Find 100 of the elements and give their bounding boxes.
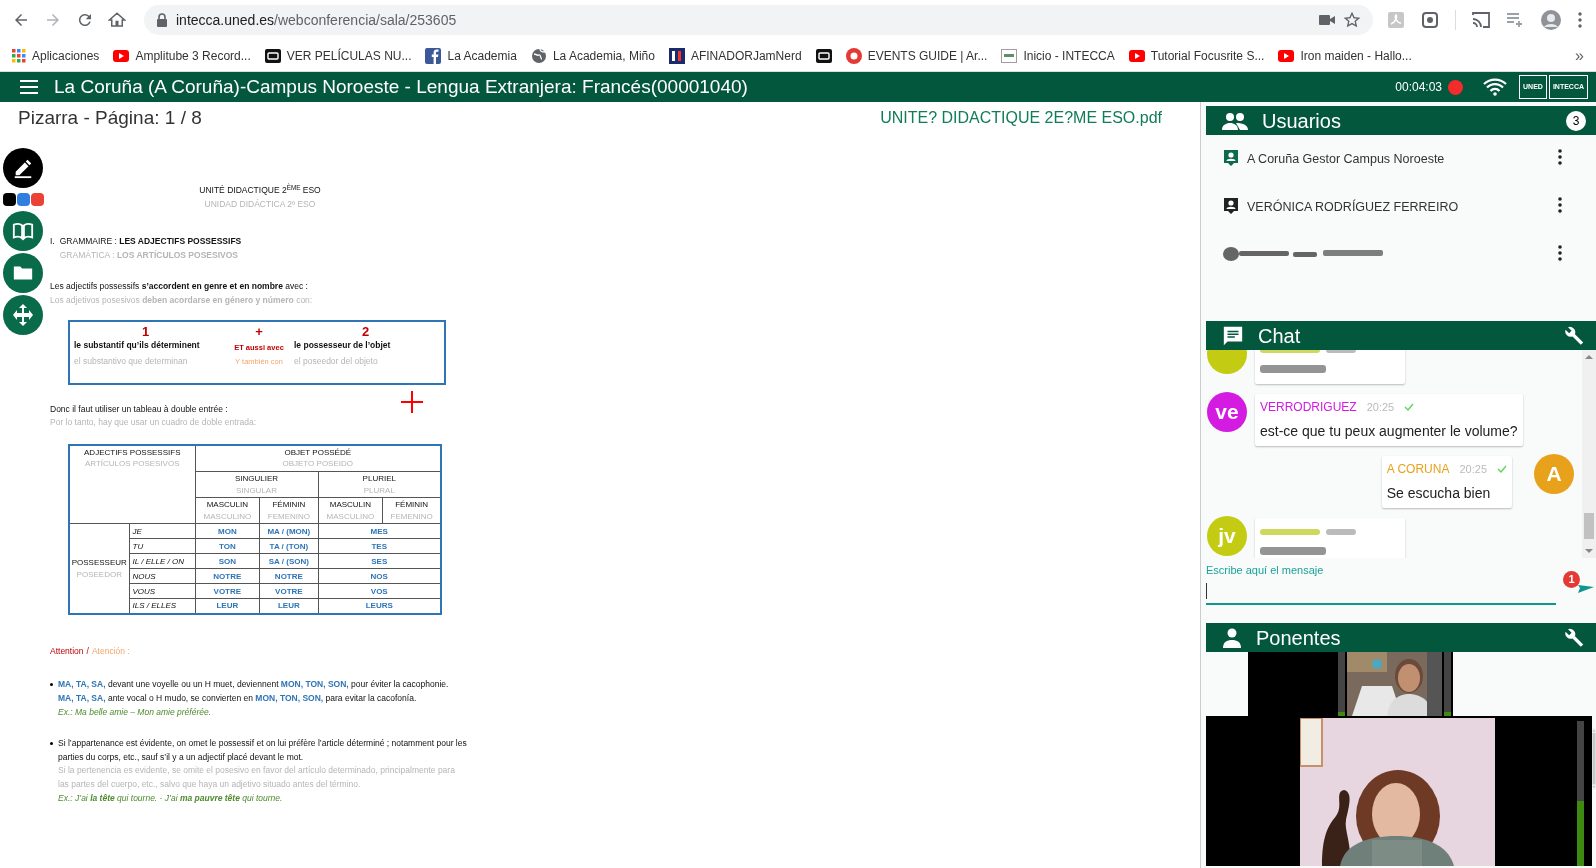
wrench-icon	[1564, 324, 1586, 347]
step-number: 2	[361, 323, 371, 340]
play-icon	[113, 49, 130, 62]
site-icon	[668, 47, 685, 64]
tool-button[interactable]	[3, 148, 43, 188]
table-cell: SON	[195, 553, 260, 569]
table-cell: NOUS	[129, 568, 195, 584]
star-icon[interactable]	[1343, 11, 1361, 29]
avatar-icon[interactable]	[1540, 9, 1562, 31]
author-name: VERRODRIGUEZ	[1260, 399, 1357, 416]
bookmark-link[interactable]: Aplicaciones	[12, 46, 100, 65]
bookmark-link[interactable]	[815, 48, 832, 63]
section-translation: GRAMÁTICA : LOS ARTÍCULOS POSESIVOS	[59, 248, 239, 262]
reload-icon[interactable]	[76, 11, 94, 29]
extension-icon[interactable]	[1421, 11, 1439, 29]
scrollbar[interactable]	[1582, 350, 1596, 558]
more-icon[interactable]	[1558, 245, 1562, 261]
person-icon	[1222, 627, 1242, 648]
camera-icon[interactable]	[1319, 14, 1335, 26]
tool-button[interactable]	[3, 211, 43, 251]
whiteboard-title: Pizarra - Página: 1 / 8	[18, 105, 202, 130]
panel-title: Chat	[1258, 323, 1302, 349]
user-item[interactable]: VERÓNICA RODRÍGUEZ FERREIRO	[1223, 197, 1562, 245]
color-swatch[interactable]	[31, 193, 44, 206]
play-icon	[1278, 49, 1295, 62]
wifi-icon	[1483, 78, 1508, 96]
bookmark-link[interactable]: AFINADORJamNerd	[668, 46, 802, 65]
bookmark-link[interactable]: Inicio - INTECCA	[1001, 46, 1115, 65]
translation-text: MASCULINO	[325, 510, 376, 523]
file-name: UNITE? DIDACTIQUE 2E?ME ESO.pdf	[880, 108, 1162, 128]
user-name: VERÓNICA RODRÍGUEZ FERREIRO	[1247, 198, 1460, 216]
avatar: ve	[1207, 392, 1247, 432]
url-text: intecca.uned.es/webconferencia/sala/253605	[176, 10, 458, 30]
wrench-button[interactable]	[1564, 324, 1586, 347]
color-swatch[interactable]	[3, 193, 16, 206]
translation-text: OBJETO POSEIDO	[281, 458, 354, 470]
bookmark-link[interactable]: Tutorial Focusrite S...	[1128, 46, 1265, 65]
panel-title: Ponentes	[1256, 625, 1342, 651]
overflow-button[interactable]: »	[1575, 43, 1584, 68]
box-translation: el poseedor del objeto	[294, 354, 379, 368]
paragraph-text: MA, TA, SA, ante vocal o H mudo, se convierten en MON, TON, SON, para evitar la cacofonía.	[58, 692, 418, 705]
section-heading: GRAMMAIRE : LES ADJECTIFS POSSESSIFS	[59, 235, 242, 249]
bookmark-link[interactable]: La Academia	[425, 46, 517, 65]
header-text: MASCULIN	[328, 499, 373, 511]
globe-icon	[530, 47, 547, 64]
table-cell: VOUS	[129, 583, 195, 599]
tool-button[interactable]	[3, 253, 43, 293]
tool-button[interactable]	[3, 295, 43, 335]
attention-label: Attention	[50, 644, 84, 658]
panel-title: Usuarios	[1262, 108, 1342, 134]
table-cell: SA / (SON)	[259, 553, 319, 569]
address-bar[interactable]: intecca.uned.es/webconferencia/sala/253605	[144, 5, 1373, 35]
bookmark-link[interactable]: Iron maiden - Hallo...	[1278, 46, 1412, 65]
bullet-icon	[50, 742, 53, 746]
bookmark-link[interactable]: La Academia, Miño	[530, 46, 655, 65]
table-cell: NOTRE	[195, 568, 260, 584]
example-text: Ex.: Ma belle amie – Mon amie préférée.	[58, 705, 213, 719]
bookmark-link[interactable]: VER PELÍCULAS NU...	[264, 46, 412, 65]
site-icon	[845, 47, 862, 64]
translation-text: PLURAL	[362, 484, 396, 497]
menu-icon[interactable]	[1578, 12, 1582, 28]
header-text: OBJET POSSÉDÉ	[283, 446, 352, 459]
bookmark-link[interactable]: Amplitube 3 Record...	[113, 46, 251, 65]
box-text: le substantif qu’ils déterminent	[74, 339, 201, 353]
paragraph-text: Les adjectifs possessifs s’accordent en genre et en nombre avec :	[50, 280, 309, 294]
avatar: A	[1534, 454, 1574, 494]
example-text: Ex.: J’ai la tête qui tourne. - J’ai ma pauvre tête qui tourne.	[58, 791, 284, 805]
book-icon	[12, 220, 34, 242]
menu-icon[interactable]	[20, 80, 38, 94]
site-icon	[815, 48, 832, 63]
more-icon[interactable]	[1558, 149, 1562, 165]
attention-translation: Atención :	[91, 644, 130, 658]
bullet-icon	[50, 683, 53, 687]
user-item[interactable]: A Coruña Gestor Campus Noroeste	[1223, 149, 1562, 197]
table-cell: VOTRE	[259, 583, 319, 599]
paragraph-text: MA, TA, SA, devant une voyelle ou un H muet, deviennent MON, TON, SON, pour éviter la cacophonie.	[58, 678, 450, 692]
message-text: est-ce que tu peux augmenter le volume?	[1260, 422, 1518, 441]
translation-text: Si la pertenencia es evidente, se omite el posesivo en favor del artículo determinado, principalmente para las partes del cuerpo, etc., salvo que haya un adjetivo situado antes del término.	[58, 764, 456, 791]
table-cell: IL / ELLE / ON	[129, 553, 195, 569]
section-number: I.	[50, 235, 55, 249]
header-text: FÉMININ	[394, 499, 430, 511]
translation-text: SINGULAR	[235, 484, 278, 497]
wrench-button[interactable]	[1564, 626, 1586, 649]
author-name: A CORUNA	[1386, 461, 1450, 478]
bookmark-link[interactable]: EVENTS GUIDE | Ar...	[845, 46, 988, 65]
timer-text: 00:04:03	[1395, 79, 1443, 96]
more-icon[interactable]	[1558, 197, 1562, 213]
people-icon	[1222, 111, 1248, 130]
playlist-icon[interactable]	[1506, 12, 1524, 28]
box-text: le possesseur de l’objet	[294, 339, 392, 353]
home-icon[interactable]	[108, 11, 126, 29]
table-cell: MON	[195, 523, 260, 539]
table-cell: TA / (TON)	[259, 538, 319, 554]
document-title: UNITÉ DIDACTIQUE 2$^{ÈME}$ ESO	[199, 184, 321, 197]
cast-icon[interactable]	[1472, 12, 1490, 28]
table-cell: MA / (MON)	[259, 523, 319, 539]
header-text: FÉMININ	[271, 499, 307, 511]
message-time: 20:25	[1459, 461, 1487, 477]
color-swatch[interactable]	[17, 193, 30, 206]
header-text: MASCULIN	[205, 499, 249, 511]
